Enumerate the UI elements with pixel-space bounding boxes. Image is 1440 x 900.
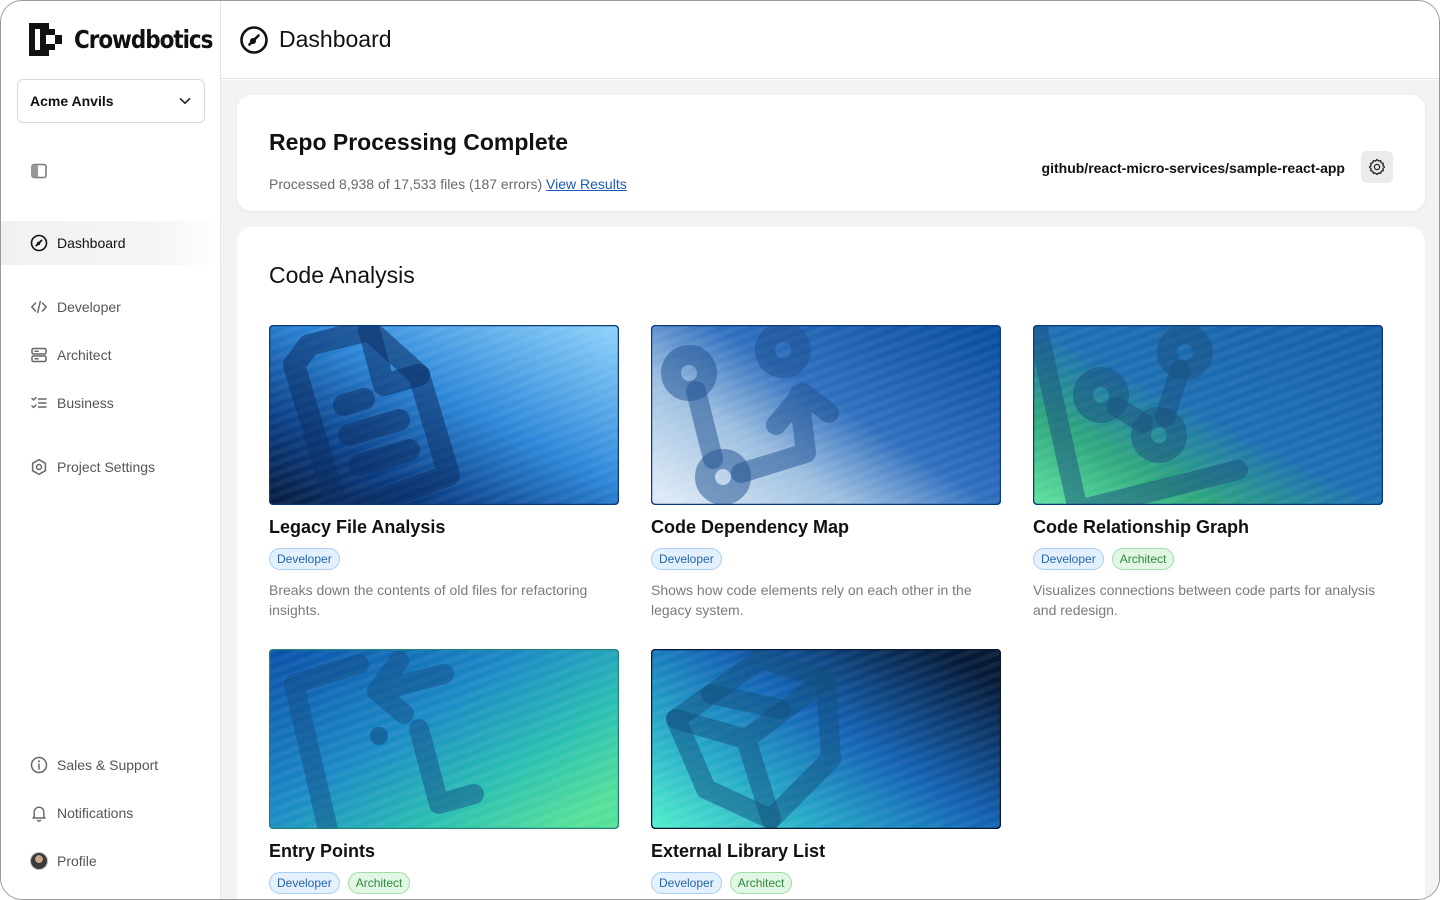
brand-name: Crowdbotics [74,25,213,54]
main-content: Repo Processing Complete Processed 8,938… [221,80,1439,899]
tag-developer: Developer [269,548,340,570]
tag-developer: Developer [1033,548,1104,570]
tag-developer: Developer [651,872,722,894]
card-thumbnail [269,325,619,505]
page-title: Dashboard [279,26,392,52]
repo-settings-button[interactable] [1361,151,1393,183]
tag-architect: Architect [1111,548,1175,570]
analysis-card-legacy-file[interactable]: Legacy File Analysis Developer Breaks do… [269,325,619,620]
card-tags: Developer Architect [269,872,619,894]
avatar [30,852,48,870]
sidebar-collapse-button[interactable] [29,161,49,181]
settings-hexagon-icon [29,457,49,477]
status-title: Repo Processing Complete [269,129,569,155]
card-title: External Library List [651,841,826,861]
server-icon [29,345,49,365]
status-summary-text: Processed 8,938 of 17,533 files (187 err… [269,176,543,192]
sidebar-item-label: Project Settings [57,459,156,475]
card-title: Entry Points [269,841,376,861]
org-select[interactable]: Acme Anvils [17,79,205,123]
brand-logo[interactable]: Crowdbotics [29,23,235,56]
card-thumbnail [651,325,1001,505]
sidebar-item-dashboard[interactable]: Dashboard [1,221,220,265]
analysis-card-entry-points[interactable]: Entry Points Developer Architect [269,649,619,894]
card-description: Visualizes connections between code part… [1033,582,1376,618]
sidebar-item-profile[interactable]: Profile [1,839,220,883]
repo-status-card: Repo Processing Complete Processed 8,938… [237,95,1425,211]
sidebar-item-label: Notifications [57,805,134,821]
sidebar-item-label: Business [57,395,114,411]
sidebar-item-label: Developer [57,299,121,315]
sidebar-item-label: Architect [57,347,112,363]
tag-architect: Architect [347,872,411,894]
repo-name: github/react-micro-services/sample-react… [1041,160,1345,176]
bell-icon [29,803,49,823]
card-tags: Developer [269,548,619,570]
info-icon [29,755,49,775]
crowdbotics-logo-icon [29,23,62,56]
analysis-card-dependency-map[interactable]: Code Dependency Map Developer Shows how … [651,325,1001,620]
sidebar-toggle-icon [31,163,47,179]
view-results-link[interactable]: View Results [546,176,627,192]
card-description: Breaks down the contents of old files fo… [269,582,588,618]
code-icon [29,297,49,317]
card-thumbnail [651,649,1001,829]
sidebar-item-project-settings[interactable]: Project Settings [1,445,220,489]
sidebar: Crowdbotics Acme Anvils Dashboard Develo… [1,1,221,899]
sidebar-item-sales-support[interactable]: Sales & Support [1,743,220,787]
card-title: Code Relationship Graph [1033,517,1250,537]
chevron-down-icon [179,98,191,104]
checklist-icon [29,393,49,413]
tag-developer: Developer [269,872,340,894]
analysis-card-relationship-graph[interactable]: Code Relationship Graph Developer Archit… [1033,325,1383,620]
card-title: Code Dependency Map [651,517,850,537]
card-tags: Developer Architect [1033,548,1383,570]
sidebar-item-developer[interactable]: Developer [1,285,220,329]
org-select-value: Acme Anvils [30,93,114,109]
dashboard-icon [29,233,49,253]
sidebar-item-notifications[interactable]: Notifications [1,791,220,835]
sidebar-item-business[interactable]: Business [1,381,220,425]
card-title: Legacy File Analysis [269,517,446,537]
gear-icon [1368,158,1386,176]
section-title: Code Analysis [269,262,415,288]
card-tags: Developer Architect [651,872,1001,894]
card-tags: Developer [651,548,1001,570]
app-window: Crowdbotics Acme Anvils Dashboard Develo… [0,0,1440,900]
tag-architect: Architect [729,872,793,894]
page-header: Dashboard [221,1,1439,79]
analysis-card-external-libraries[interactable]: External Library List Developer Architec… [651,649,1001,894]
card-description: Shows how code elements rely on each oth… [651,582,972,618]
card-thumbnail [1033,325,1383,505]
status-summary: Processed 8,938 of 17,533 files (187 err… [269,176,627,192]
code-analysis-panel: Code Analysis Legacy File Analysis Devel… [237,227,1425,899]
sidebar-item-label: Profile [57,853,97,869]
tag-developer: Developer [651,548,722,570]
sidebar-item-label: Dashboard [57,235,126,251]
sidebar-item-label: Sales & Support [57,757,159,773]
card-thumbnail [269,649,619,829]
dashboard-icon [240,25,268,54]
sidebar-item-architect[interactable]: Architect [1,333,220,377]
